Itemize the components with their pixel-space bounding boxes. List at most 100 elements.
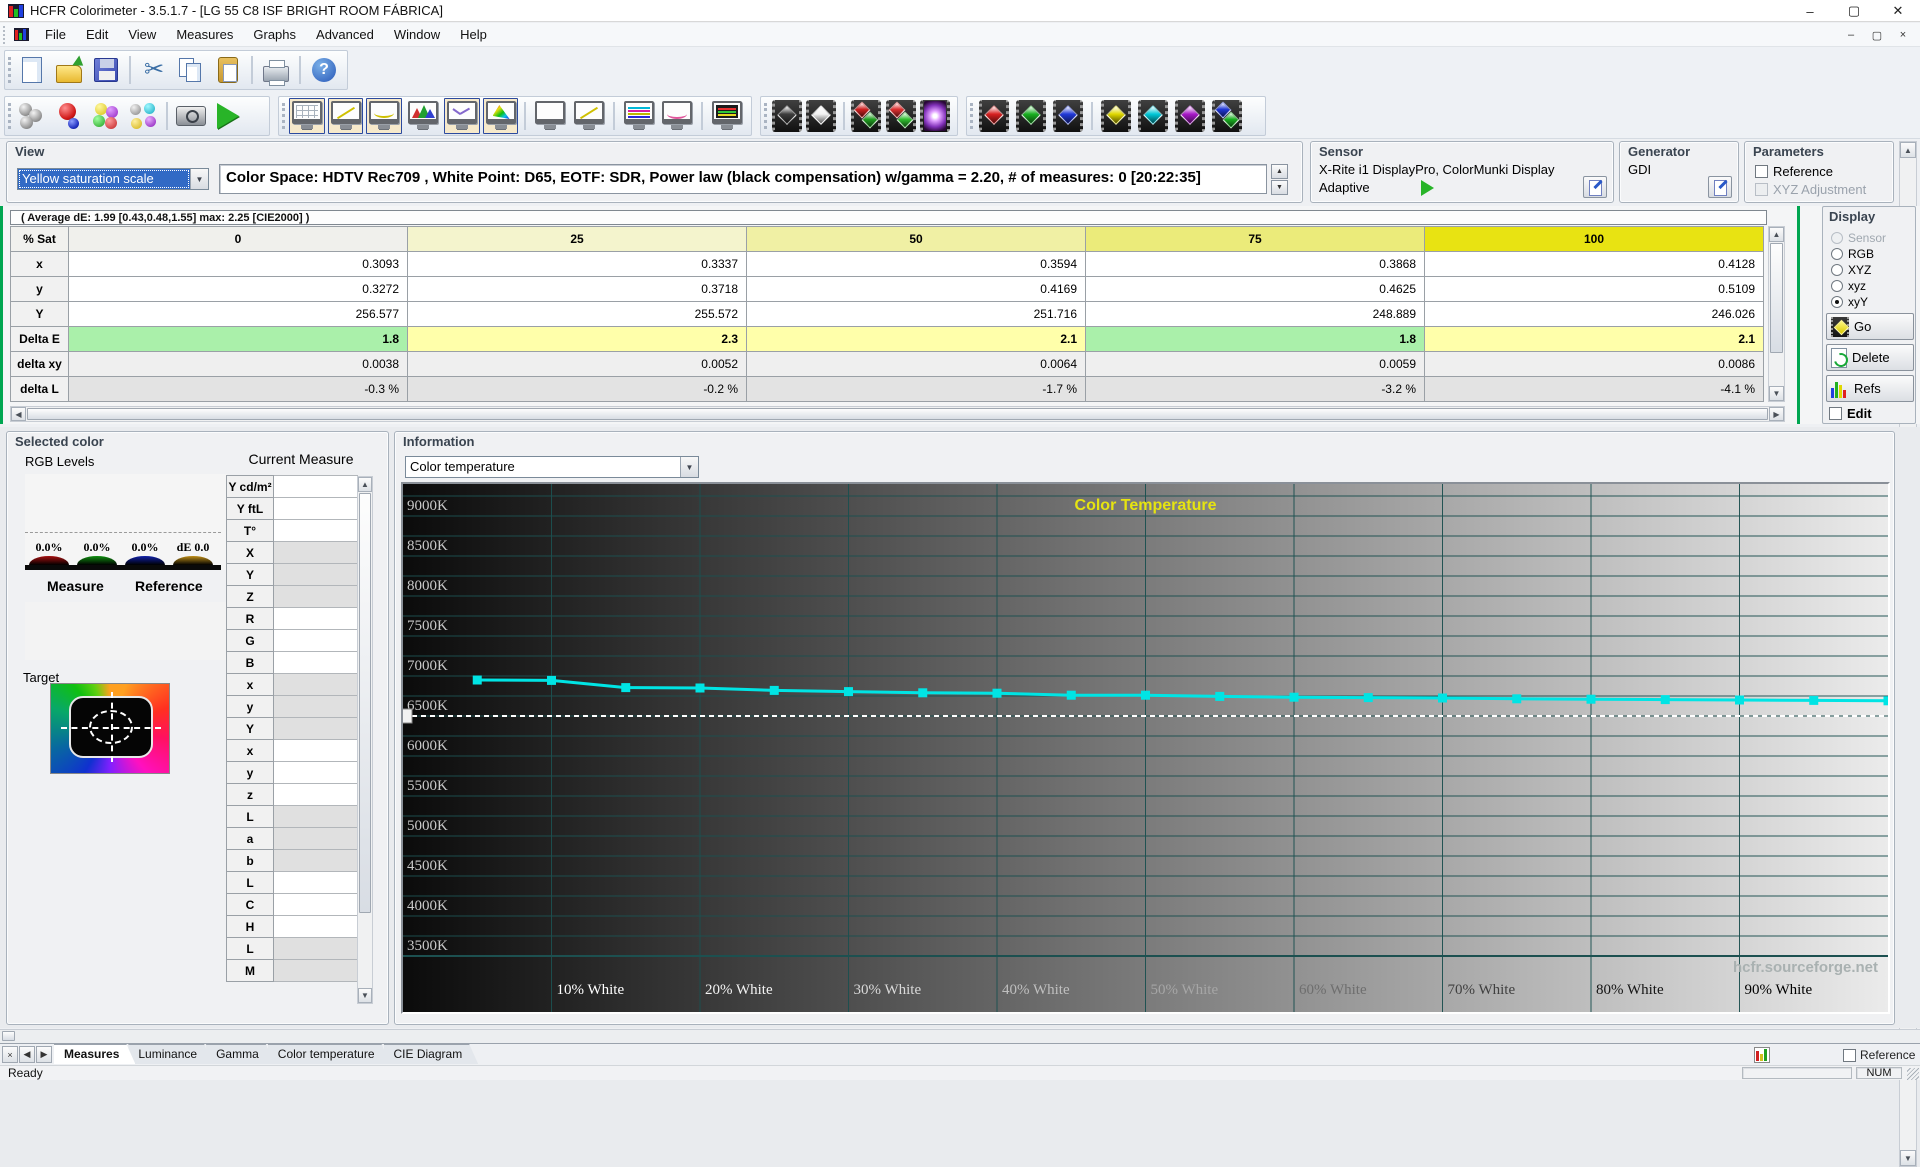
column-header-75[interactable]: 75	[1085, 226, 1425, 252]
print-icon[interactable]	[259, 53, 293, 87]
table-cell[interactable]: 1.8	[68, 326, 408, 352]
minimize-button[interactable]: –	[1788, 0, 1832, 22]
column-header-0[interactable]: 0	[68, 226, 408, 252]
cie-diagram-view-icon[interactable]	[482, 98, 519, 134]
table-cell[interactable]: 0.0086	[1424, 351, 1764, 377]
data-point-marker[interactable]	[1289, 692, 1299, 702]
tab-close-icon[interactable]: ×	[2, 1046, 18, 1063]
cut-icon[interactable]: ✂	[137, 53, 171, 87]
nearblack-graph-view-icon[interactable]	[366, 98, 403, 134]
chevron-down-icon[interactable]: ▼	[190, 169, 208, 189]
table-cell[interactable]: 1.8	[1085, 326, 1425, 352]
menu-graphs[interactable]: Graphs	[243, 24, 306, 45]
table-cell[interactable]: 2.1	[1424, 326, 1764, 352]
checkbox-icon[interactable]	[1843, 1048, 1856, 1062]
reference-checkbox[interactable]: Reference	[1843, 1048, 1915, 1062]
data-point-marker[interactable]	[1512, 694, 1522, 704]
menu-window[interactable]: Window	[384, 24, 450, 45]
table-cell[interactable]: -3.2 %	[1085, 376, 1425, 402]
data-point-marker[interactable]	[1215, 691, 1225, 701]
measures-grid-view-icon[interactable]	[289, 98, 325, 134]
scroll-down-icon[interactable]: ▼	[358, 988, 372, 1003]
tab-cie-diagram[interactable]: CIE Diagram	[384, 1044, 479, 1064]
maximize-button[interactable]: ▢	[1832, 0, 1876, 22]
mdi-minimize-button[interactable]: –	[1840, 26, 1862, 44]
measure-nearwhite-icon[interactable]	[805, 99, 837, 133]
table-cell[interactable]: 2.1	[746, 326, 1086, 352]
table-cell[interactable]: 256.577	[68, 301, 408, 327]
edit-checkbox[interactable]: Edit	[1829, 406, 1872, 421]
radio-icon[interactable]	[1831, 296, 1843, 308]
display-radio-xyz[interactable]: xyz	[1831, 279, 1866, 293]
data-point-marker[interactable]	[992, 688, 1002, 698]
rgb-levels-view-icon[interactable]	[405, 98, 441, 134]
table-cell[interactable]: 0.3718	[407, 276, 747, 302]
table-cell[interactable]: 251.716	[746, 301, 1086, 327]
saturation-measures-table[interactable]: % Sat 0 25 50 75 100 x 0.3093 0.3337 0.3594 0.3868…	[10, 226, 1764, 402]
new-icon[interactable]	[15, 53, 49, 87]
scroll-right-icon[interactable]: ▶	[1769, 407, 1784, 421]
radio-icon[interactable]	[1831, 280, 1843, 292]
column-header-50[interactable]: 50	[746, 226, 1086, 252]
table-cell[interactable]: 0.3272	[68, 276, 408, 302]
table-cell[interactable]: 0.3868	[1085, 251, 1425, 277]
table-cell[interactable]: -4.1 %	[1424, 376, 1764, 402]
menu-view[interactable]: View	[118, 24, 166, 45]
data-point-marker[interactable]	[844, 687, 853, 697]
mdi-close-button[interactable]: ×	[1892, 26, 1914, 44]
measure-primaries-icon[interactable]	[851, 99, 882, 133]
measure-grayscale-icon[interactable]	[771, 99, 802, 133]
table-cell[interactable]: 0.4625	[1085, 276, 1425, 302]
go-button[interactable]: Go	[1826, 313, 1914, 340]
blank-graph-view-icon[interactable]	[532, 98, 568, 134]
data-point-marker[interactable]	[547, 675, 556, 685]
table-cell[interactable]: -0.2 %	[407, 376, 747, 402]
display-radio-xyy[interactable]: xyY	[1831, 295, 1868, 309]
multiline-graph-view-icon[interactable]	[621, 98, 657, 134]
measure-red-sat-icon[interactable]	[977, 99, 1011, 133]
scroll-up-icon[interactable]: ▲	[1769, 227, 1784, 242]
continuous-measure-icon[interactable]	[126, 99, 160, 133]
column-header-25[interactable]: 25	[407, 226, 747, 252]
table-cell[interactable]: 248.889	[1085, 301, 1425, 327]
table-cell[interactable]: 0.3093	[68, 251, 408, 277]
table-cell[interactable]: 255.572	[407, 301, 747, 327]
table-horizontal-scrollbar[interactable]: ◀ ▶	[10, 406, 1785, 422]
capture-icon[interactable]	[174, 99, 208, 133]
scrollbar-thumb[interactable]	[2, 1031, 15, 1041]
main-horizontal-scrollbar[interactable]	[0, 1029, 1920, 1043]
measure-blue-sat-icon[interactable]	[1051, 99, 1085, 133]
menu-edit[interactable]: Edit	[76, 24, 118, 45]
paste-icon[interactable]	[211, 53, 245, 87]
table-cell[interactable]: 0.5109	[1424, 276, 1764, 302]
column-header-100[interactable]: 100	[1424, 226, 1764, 252]
display-radio-rgb[interactable]: RGB	[1831, 247, 1874, 261]
refs-button[interactable]: Refs	[1826, 375, 1914, 402]
data-point-marker[interactable]	[918, 688, 928, 698]
data-point-marker[interactable]	[1735, 695, 1744, 705]
sensor-start-icon[interactable]	[1421, 180, 1434, 196]
scroll-down-icon[interactable]: ▼	[1769, 386, 1784, 401]
primaries-measure-icon[interactable]	[89, 99, 123, 133]
table-vertical-scrollbar[interactable]: ▲ ▼	[1768, 226, 1785, 402]
scroll-down-icon[interactable]: ▼	[1900, 1150, 1916, 1166]
chevron-down-icon[interactable]: ▼	[680, 457, 698, 477]
sensor-config-button[interactable]	[1583, 176, 1607, 198]
menu-measures[interactable]: Measures	[166, 24, 243, 45]
measure-yellow-sat-icon[interactable]	[1099, 99, 1133, 133]
menu-help[interactable]: Help	[450, 24, 497, 45]
measure-green-sat-icon[interactable]	[1014, 99, 1048, 133]
data-point-marker[interactable]	[1660, 695, 1670, 705]
open-icon[interactable]	[52, 53, 87, 87]
current-measure-scrollbar[interactable]: ▲ ▼	[357, 476, 373, 1004]
close-button[interactable]: ✕	[1876, 0, 1920, 22]
sensor-settings-icon[interactable]	[15, 99, 49, 133]
scrollbar-thumb[interactable]	[27, 408, 1768, 420]
table-cell[interactable]: -0.3 %	[68, 376, 408, 402]
scroll-up-icon[interactable]: ▲	[1900, 142, 1916, 158]
table-cell[interactable]: 0.0038	[68, 351, 408, 377]
data-point-marker[interactable]	[1141, 690, 1150, 700]
gamma-graph-view-icon[interactable]	[327, 98, 364, 134]
gamma2-graph-view-icon[interactable]	[571, 98, 607, 134]
view-mode-dropdown[interactable]: Yellow saturation scale ▼	[17, 168, 209, 190]
